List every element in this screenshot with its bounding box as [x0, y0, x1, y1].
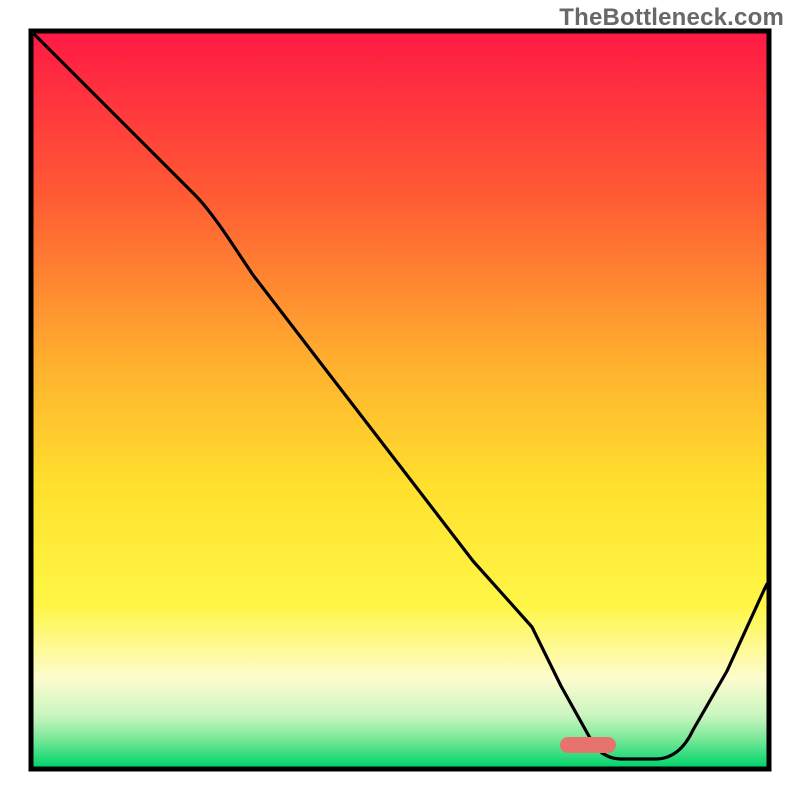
optimum-marker	[560, 737, 616, 753]
chart-stage: TheBottleneck.com	[0, 0, 800, 800]
chart-svg	[0, 0, 800, 800]
watermark-text: TheBottleneck.com	[559, 4, 784, 32]
